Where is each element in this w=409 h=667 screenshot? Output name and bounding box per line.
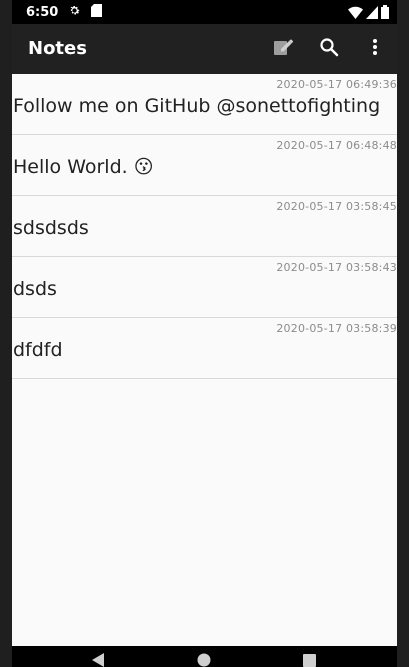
status-time: 6:50	[26, 5, 59, 20]
signal-icon	[366, 5, 378, 23]
app-actions	[271, 37, 387, 61]
notes-content: 2020-05-17 06:49:36 Follow me on GitHub …	[12, 74, 397, 646]
back-button[interactable]	[92, 652, 104, 667]
home-button[interactable]	[197, 652, 211, 667]
note-timestamp: 2020-05-17 03:58:43	[276, 261, 397, 274]
note-text: dsds	[13, 278, 57, 300]
status-bar: 6:50	[12, 0, 397, 24]
note-timestamp: 2020-05-17 06:49:36	[276, 78, 397, 91]
navigation-bar	[12, 646, 397, 667]
back-icon	[92, 652, 104, 667]
note-item[interactable]: 2020-05-17 06:48:48 Hello World. 😗	[12, 135, 397, 196]
note-item[interactable]: 2020-05-17 03:58:39 dfdfd	[12, 318, 397, 379]
search-button[interactable]	[317, 37, 341, 61]
settings-icon	[68, 4, 81, 21]
note-timestamp: 2020-05-17 03:58:39	[276, 322, 397, 335]
phone-frame: 6:50 Notes 2020-05-17 06:49:36 Follow me…	[0, 0, 409, 667]
sd-card-icon	[91, 4, 103, 21]
note-text: dfdfd	[13, 339, 63, 361]
note-timestamp: 2020-05-17 06:48:48	[276, 139, 397, 152]
home-icon	[197, 652, 211, 667]
recents-button[interactable]	[303, 652, 316, 667]
battery-icon	[381, 5, 389, 23]
note-item[interactable]: 2020-05-17 06:49:36 Follow me on GitHub …	[12, 74, 397, 135]
note-text: sdsdsds	[13, 217, 89, 239]
note-timestamp: 2020-05-17 03:58:45	[276, 200, 397, 213]
new-note-button[interactable]	[271, 37, 295, 61]
note-item[interactable]: 2020-05-17 03:58:43 dsds	[12, 257, 397, 318]
note-list: 2020-05-17 06:49:36 Follow me on GitHub …	[12, 74, 397, 379]
status-right	[348, 5, 389, 23]
status-left: 6:50	[26, 4, 103, 21]
wifi-icon	[348, 6, 363, 23]
app-bar: Notes	[12, 24, 397, 74]
more-options-button[interactable]	[363, 37, 387, 61]
note-text: Hello World. 😗	[13, 156, 154, 178]
app-title: Notes	[28, 38, 87, 59]
note-item[interactable]: 2020-05-17 03:58:45 sdsdsds	[12, 196, 397, 257]
edit-note-icon	[273, 37, 293, 61]
more-vert-icon	[372, 38, 378, 60]
recents-icon	[303, 652, 316, 667]
search-icon	[319, 37, 339, 61]
note-text: Follow me on GitHub @sonettofighting	[13, 95, 381, 117]
